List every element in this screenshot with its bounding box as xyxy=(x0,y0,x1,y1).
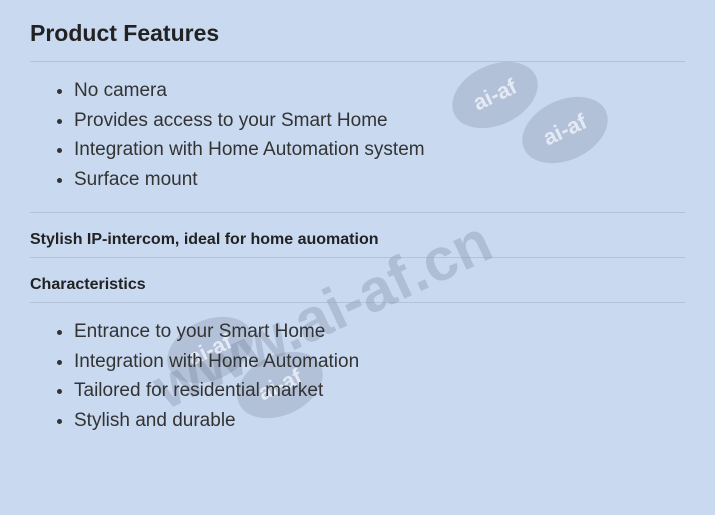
characteristic-item: Integration with Home Automation xyxy=(74,347,685,377)
divider xyxy=(30,212,685,213)
intercom-subheading: Stylish IP-intercom, ideal for home auom… xyxy=(30,231,685,249)
characteristic-item: Entrance to your Smart Home xyxy=(74,317,685,347)
characteristic-item: Stylish and durable xyxy=(74,406,685,436)
characteristics-list: Entrance to your Smart Home Integration … xyxy=(30,317,685,435)
divider xyxy=(30,257,685,258)
product-features-heading: Product Features xyxy=(30,20,685,47)
characteristics-subheading: Characteristics xyxy=(30,276,685,294)
divider xyxy=(30,61,685,62)
features-list: No camera Provides access to your Smart … xyxy=(30,76,685,194)
content-area: Product Features No camera Provides acce… xyxy=(30,20,685,435)
feature-item: Surface mount xyxy=(74,165,685,195)
feature-item: No camera xyxy=(74,76,685,106)
feature-item: Provides access to your Smart Home xyxy=(74,106,685,136)
divider xyxy=(30,302,685,303)
feature-item: Integration with Home Automation system xyxy=(74,135,685,165)
characteristic-item: Tailored for residential market xyxy=(74,376,685,406)
